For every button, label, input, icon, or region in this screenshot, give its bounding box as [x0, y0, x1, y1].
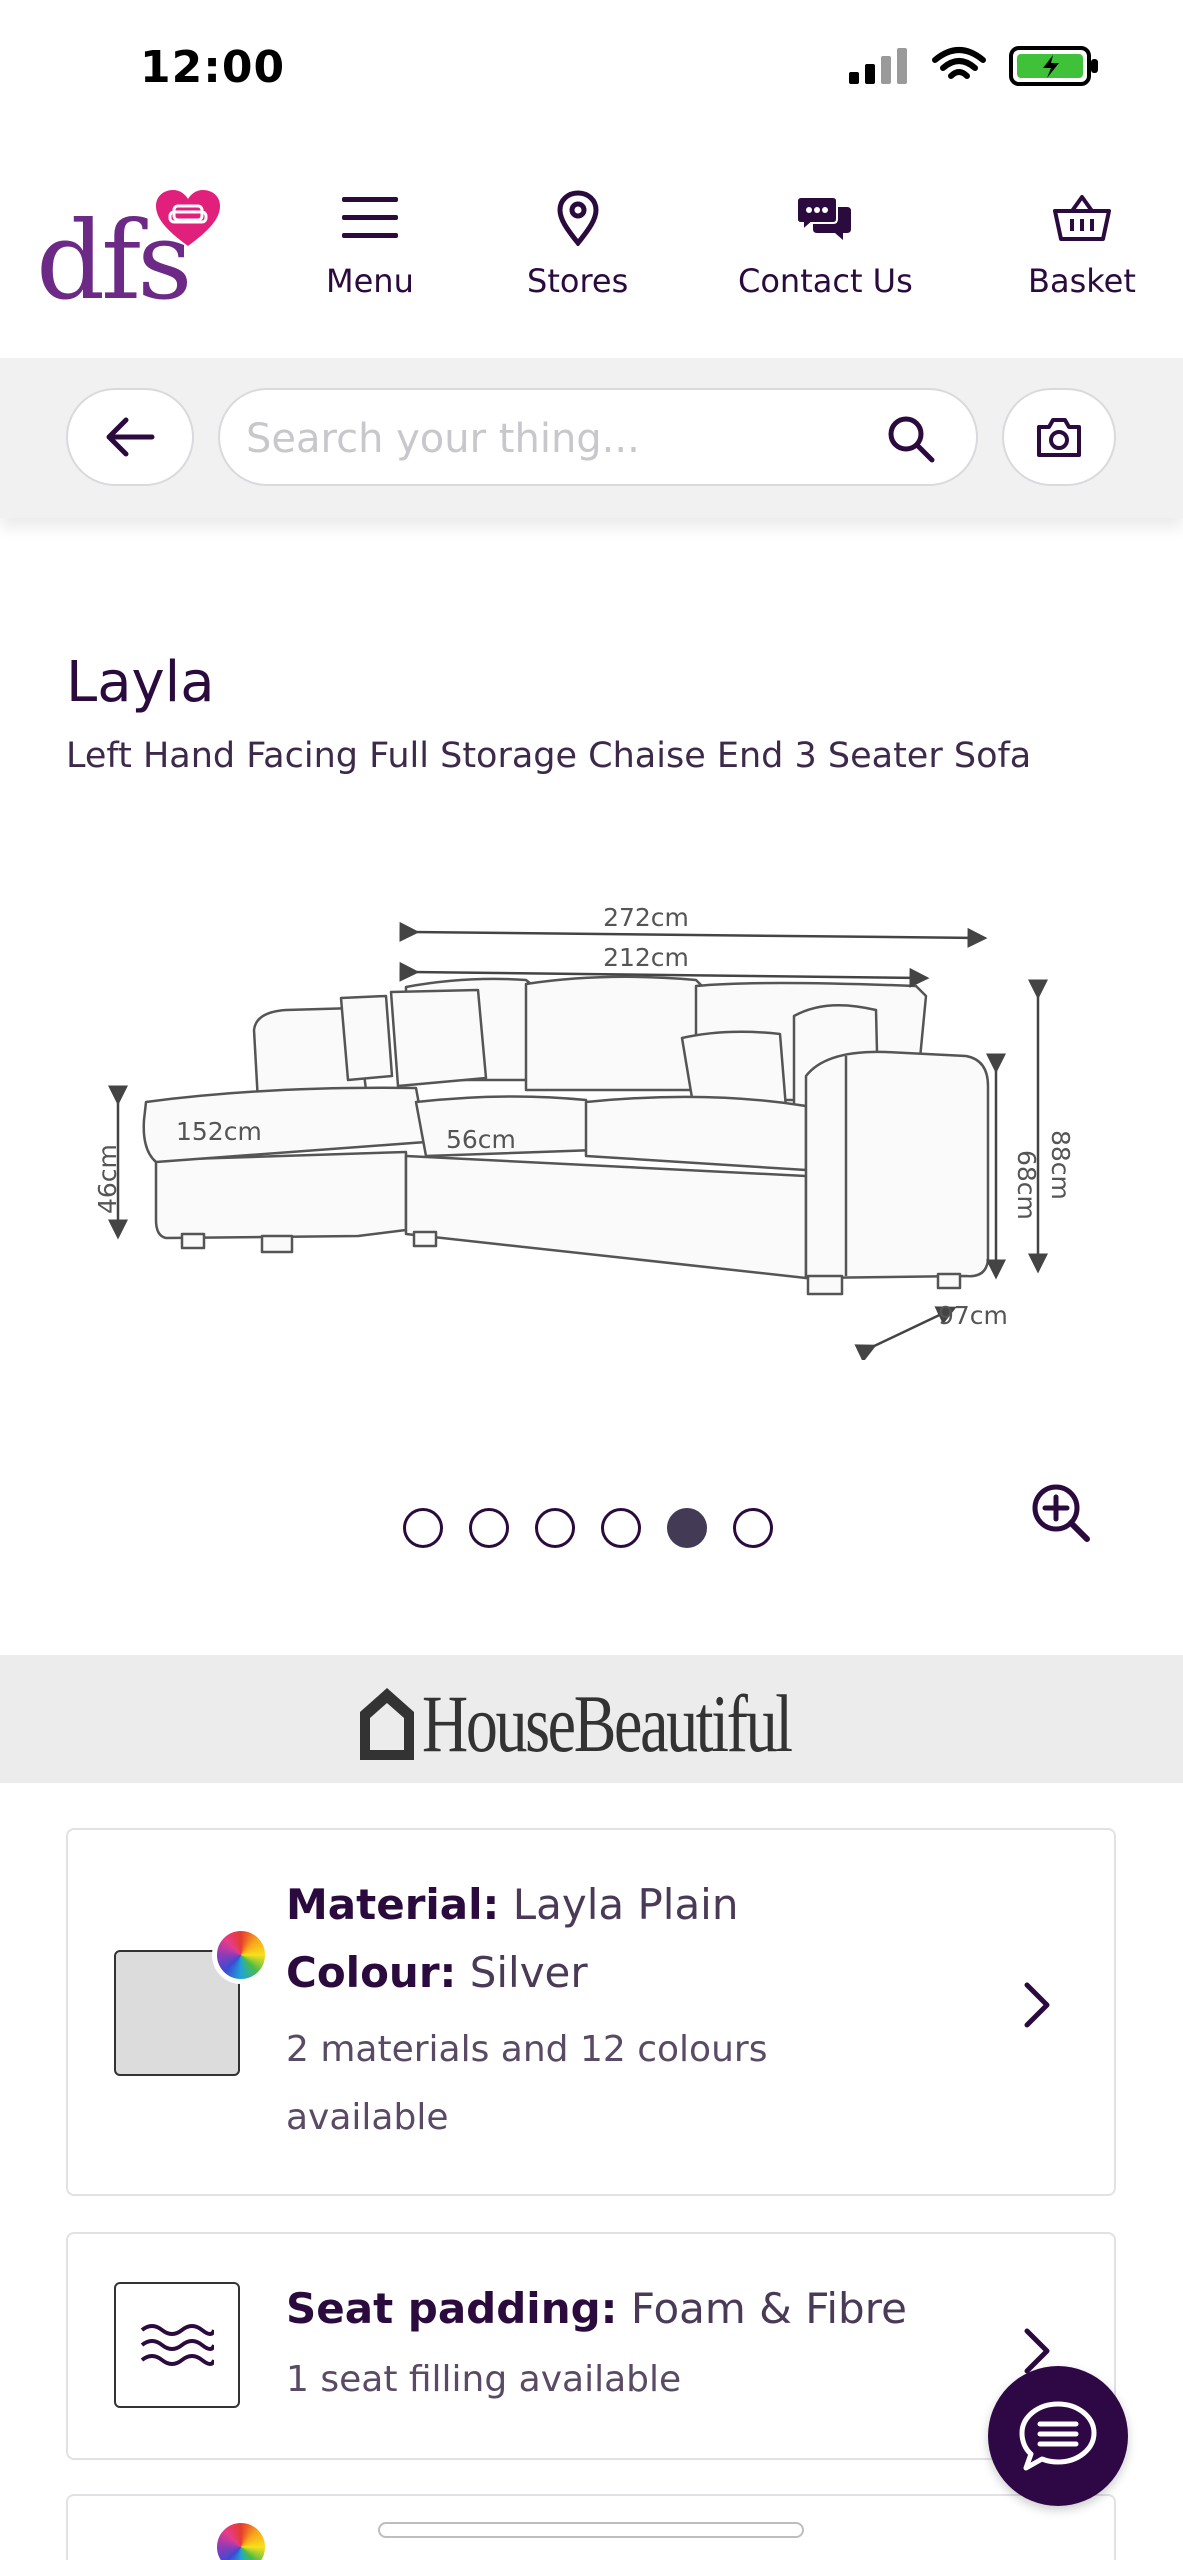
- nav-menu[interactable]: Menu: [326, 186, 414, 300]
- status-time: 12:00: [140, 42, 286, 93]
- dim-arm-height: 68cm: [1012, 1150, 1041, 1220]
- cellular-signal-icon: [849, 48, 907, 84]
- nav-contact-label: Contact Us: [738, 262, 913, 300]
- material-availability: 2 materials and 12 colours available: [286, 2029, 768, 2138]
- search-bar-section: Search your thing...: [0, 358, 1183, 518]
- carousel-dot-active[interactable]: [667, 1508, 707, 1548]
- house-beautiful-text: HouseBeautiful: [422, 1678, 793, 1769]
- house-icon: [360, 1688, 414, 1760]
- chat-icon: [1019, 2401, 1097, 2471]
- basket-icon: [1052, 195, 1111, 241]
- dim-sofa-width: 212cm: [603, 943, 689, 972]
- nav-basket[interactable]: Basket: [1028, 186, 1136, 300]
- wifi-icon: [932, 47, 986, 79]
- colour-line: Colour: Silver: [286, 1948, 588, 1997]
- carousel-dot[interactable]: [535, 1508, 575, 1548]
- material-label: Material:: [286, 1880, 500, 1929]
- dim-depth: 97cm: [938, 1301, 1008, 1330]
- live-chat-button[interactable]: [988, 2366, 1128, 2506]
- seat-padding-selector[interactable]: Seat padding: Foam & Fibre 1 seat fillin…: [66, 2232, 1116, 2460]
- house-beautiful-logo: HouseBeautiful: [358, 1677, 895, 1771]
- heart-sofa-icon: [156, 190, 220, 246]
- zoom-in-icon: [1032, 1484, 1090, 1542]
- colour-value: Silver: [469, 1948, 588, 1997]
- material-line: Material: Layla Plain: [286, 1880, 738, 1929]
- battery-icon: [1009, 46, 1098, 86]
- search-input[interactable]: Search your thing...: [218, 388, 978, 486]
- house-beautiful-banner: HouseBeautiful: [0, 1655, 1183, 1783]
- seat-padding-value: Foam & Fibre: [630, 2284, 907, 2333]
- nav-stores-label: Stores: [527, 262, 629, 300]
- seat-padding-line: Seat padding: Foam & Fibre: [286, 2284, 907, 2333]
- dim-seat-depth: 56cm: [446, 1125, 516, 1154]
- back-button[interactable]: [66, 388, 194, 486]
- home-indicator[interactable]: [378, 2522, 804, 2538]
- colour-wheel-icon: [212, 2518, 270, 2560]
- carousel-dot[interactable]: [403, 1508, 443, 1548]
- camera-icon: [1037, 418, 1081, 457]
- camera-search-button[interactable]: [1002, 388, 1116, 486]
- dim-chaise-length: 152cm: [176, 1117, 262, 1146]
- status-icons: [847, 46, 1101, 86]
- dim-seat-height: 46cm: [93, 1144, 122, 1214]
- nav-stores[interactable]: Stores: [527, 186, 628, 300]
- sofa-dimension-image[interactable]: 272cm 212cm 152cm 56cm 46cm 68cm 88cm 97…: [86, 880, 1106, 1360]
- product-name: Layla: [66, 650, 215, 715]
- material-colour-selector[interactable]: Material: Layla Plain Colour: Silver 2 m…: [66, 1828, 1116, 2196]
- carousel-dots: [403, 1508, 773, 1548]
- product-subtitle: Left Hand Facing Full Storage Chaise End…: [66, 736, 1032, 776]
- waves-icon: [140, 2324, 214, 2366]
- dim-total-width: 272cm: [603, 903, 689, 932]
- zoom-in-button[interactable]: [1030, 1482, 1092, 1548]
- arrow-left-icon: [106, 417, 155, 457]
- carousel-dot[interactable]: [733, 1508, 773, 1548]
- status-bar: 12:00: [0, 0, 1183, 140]
- nav-menu-label: Menu: [326, 262, 414, 300]
- search-placeholder: Search your thing...: [246, 416, 640, 462]
- nav-contact-us[interactable]: Contact Us: [738, 186, 913, 300]
- location-pin-icon: [557, 190, 599, 246]
- dim-total-height: 88cm: [1046, 1130, 1075, 1200]
- menu-icon: [341, 197, 398, 238]
- colour-wheel-icon: [212, 1926, 270, 1984]
- padding-icon-box: [114, 2282, 240, 2408]
- carousel-dot[interactable]: [469, 1508, 509, 1548]
- colour-label: Colour:: [286, 1948, 457, 1997]
- chat-bubbles-icon: [797, 196, 852, 240]
- nav-basket-label: Basket: [1028, 262, 1136, 300]
- search-icon[interactable]: [886, 414, 936, 464]
- material-value: Layla Plain: [512, 1880, 739, 1929]
- carousel-dot[interactable]: [601, 1508, 641, 1548]
- seat-padding-label: Seat padding:: [286, 2284, 618, 2333]
- dfs-logo[interactable]: dfs: [36, 170, 236, 316]
- seat-padding-availability: 1 seat filling available: [286, 2359, 682, 2400]
- chevron-right-icon: [1024, 1982, 1050, 2028]
- site-header: dfs Menu Stores Contact Us Basket: [0, 150, 1183, 360]
